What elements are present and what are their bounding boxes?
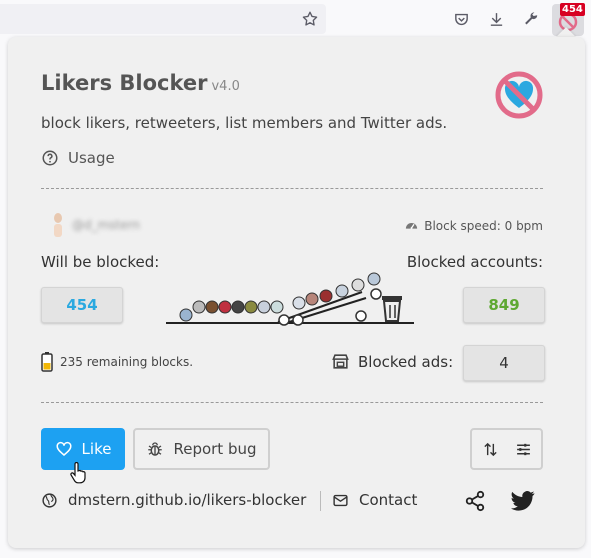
share-icon[interactable] — [464, 490, 486, 512]
globe-icon — [42, 492, 57, 508]
sliders-icon — [516, 443, 530, 455]
question-circle-icon — [42, 150, 58, 166]
project-site-link[interactable]: dmstern.github.io/likers-blocker — [41, 491, 306, 509]
will-be-blocked-count: 454 — [41, 287, 123, 323]
contact-link[interactable]: Contact — [332, 491, 417, 509]
browser-toolbar: 454 — [0, 0, 591, 38]
will-be-blocked-label: Will be blocked: — [41, 253, 160, 271]
heart-icon — [56, 441, 72, 456]
battery-icon — [41, 352, 53, 372]
footer-separator — [320, 491, 321, 511]
app-title: Likers Blocker v4.0 — [41, 71, 240, 95]
version-label: v4.0 — [211, 79, 240, 94]
trash-can-icon — [382, 296, 402, 322]
usage-link[interactable]: Usage — [41, 149, 115, 167]
pocket-icon[interactable] — [451, 9, 471, 29]
bug-icon — [148, 442, 163, 456]
bookmark-star-icon[interactable] — [300, 9, 320, 29]
usage-label: Usage — [68, 149, 115, 167]
remaining-blocks-label: 235 remaining blocks. — [60, 355, 194, 369]
block-speed: Block speed: 0 bpm — [404, 218, 543, 233]
divider — [41, 188, 543, 189]
blocked-accounts-count: 849 — [463, 287, 545, 323]
blocked-accounts-label: Blocked accounts: — [406, 253, 543, 271]
downloads-icon[interactable] — [486, 9, 506, 29]
app-description: block likers, retweeters, list members a… — [41, 114, 448, 132]
report-bug-button[interactable]: Report bug — [133, 428, 270, 470]
blocked-ads-label: Blocked ads: — [358, 352, 454, 371]
wrench-icon[interactable] — [521, 9, 541, 29]
likers-blocker-logo-icon — [494, 70, 544, 124]
hand-cursor-icon — [70, 462, 86, 484]
mail-icon — [333, 494, 348, 506]
twitter-icon[interactable] — [511, 490, 535, 512]
user-avatar — [54, 213, 62, 237]
project-site-label: dmstern.github.io/likers-blocker — [68, 491, 307, 509]
blocked-count-badge: 454 — [560, 3, 585, 16]
url-bar[interactable] — [0, 4, 326, 34]
settings-button[interactable] — [470, 428, 543, 470]
sort-arrows-icon — [483, 442, 497, 456]
blocked-ads: Blocked ads: — [331, 352, 453, 371]
app-name: Likers Blocker — [41, 71, 208, 95]
speedometer-icon — [406, 222, 418, 229]
current-user: @d_mstern — [52, 212, 140, 238]
like-label: Like — [81, 440, 112, 458]
block-speed-label: Block speed: 0 bpm — [424, 218, 543, 233]
contact-label: Contact — [359, 491, 418, 509]
report-bug-label: Report bug — [173, 440, 257, 458]
blocked-ads-count: 4 — [463, 345, 545, 381]
divider — [41, 402, 543, 403]
blocking-conveyor-illustration — [166, 272, 414, 326]
remaining-blocks: 235 remaining blocks. — [41, 352, 193, 372]
store-icon — [332, 354, 349, 369]
user-handle: @d_mstern — [72, 218, 140, 232]
